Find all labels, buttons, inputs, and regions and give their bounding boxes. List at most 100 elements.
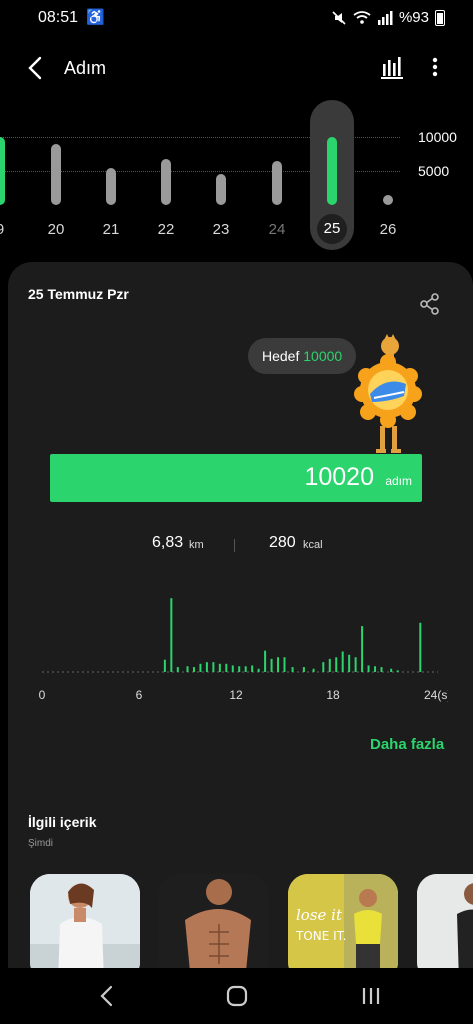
nav-home-icon [226, 985, 248, 1007]
goal-label-5000: 5000 [418, 163, 450, 179]
hourly-steps-chart: 0 6 12 18 24(s) [39, 598, 448, 702]
related-card-fitness-man[interactable] [159, 874, 269, 982]
status-bar: 08:51 ♿ %93 [0, 0, 473, 36]
share-icon [420, 293, 439, 315]
distance-unit: km [189, 539, 204, 551]
day-column-21[interactable]: 21 [89, 100, 133, 250]
hourly-bar [335, 657, 338, 672]
distance-value: 6,83 [152, 534, 184, 551]
hourly-bar [205, 662, 208, 672]
calories-unit: kcal [303, 539, 323, 551]
svg-text:lose it: lose it [296, 906, 343, 924]
nav-home-button[interactable] [222, 982, 252, 1010]
hourly-bar [231, 665, 234, 672]
x-tick-label: 12 [229, 688, 243, 702]
hourly-bar [186, 666, 189, 672]
day-column-26[interactable]: 26 [366, 100, 410, 250]
related-card-lose-it-tone-it[interactable]: lose it TONE IT. [288, 874, 398, 982]
nav-recents-icon [362, 988, 380, 1004]
goal-achieved-mascot-image [354, 334, 422, 453]
nav-back-button[interactable] [92, 982, 122, 1010]
goal-bubble: Hedef 10000 [248, 338, 357, 374]
day-label: 21 [102, 221, 120, 238]
related-content-title: İlgili içerik [28, 814, 97, 830]
more-button[interactable]: Daha fazla [370, 736, 444, 753]
hourly-bar [199, 663, 202, 672]
day-column-25[interactable]: 25 [310, 100, 354, 250]
day-label: 22 [157, 221, 175, 238]
x-tick-label: 0 [39, 688, 46, 702]
day-bar [327, 136, 337, 205]
back-button[interactable] [22, 54, 50, 82]
hourly-bar [322, 662, 325, 672]
wifi-icon [353, 10, 371, 24]
related-content-subtitle: Şimdi [28, 838, 54, 849]
hourly-bar [225, 663, 228, 672]
lose-it-tone-it-image: lose it TONE IT. [288, 874, 398, 982]
hourly-bar [354, 657, 357, 672]
hourly-bar [302, 667, 305, 672]
hourly-bar [367, 665, 370, 672]
more-vertical-icon [432, 57, 438, 77]
daily-summary-card: 25 Temmuz Pzr Hedef 10000 10020 adım 6,8… [8, 262, 473, 982]
goal-label-10000: 10000 [418, 129, 457, 145]
hourly-bar [264, 650, 267, 672]
day-label: 25 [317, 214, 347, 244]
goal-value: 10000 [303, 348, 343, 364]
hourly-bar [291, 667, 294, 672]
day-column-24[interactable]: 24 [255, 100, 299, 250]
day-dot [383, 195, 393, 205]
x-tick-label: 18 [326, 688, 340, 702]
hourly-bar [390, 668, 393, 672]
day-column-23[interactable]: 23 [199, 100, 243, 250]
fitness-man-image [159, 874, 269, 982]
day-bar [161, 159, 171, 205]
metrics-row: 6,83 km 280 kcal [8, 534, 473, 558]
runner-image [417, 874, 473, 982]
status-time: 08:51 [38, 9, 79, 26]
day-label: 24 [268, 221, 286, 238]
svg-text:TONE IT.: TONE IT. [295, 929, 346, 943]
day-bar [0, 137, 5, 205]
hourly-bar [277, 657, 280, 672]
x-tick-label: 6 [136, 688, 143, 702]
calories-value: 280 [269, 534, 296, 551]
system-navigation-bar [0, 968, 473, 1024]
hourly-bar [328, 658, 331, 672]
hourly-bar [270, 658, 273, 672]
steps-unit: adım [385, 474, 412, 488]
hourly-bar [238, 666, 241, 672]
hourly-bar [380, 667, 383, 672]
steps-progress-bar[interactable]: 10020 adım [50, 454, 422, 502]
hourly-bar [192, 667, 195, 672]
battery-icon [435, 9, 445, 26]
hourly-bar [251, 665, 254, 672]
day-label: 26 [379, 221, 397, 238]
related-card-woman-gym[interactable] [30, 874, 140, 982]
x-tick-label: 24(s) [424, 688, 448, 702]
related-card-runner[interactable] [417, 874, 473, 982]
day-label: 23 [212, 221, 230, 238]
nav-recents-button[interactable] [356, 982, 386, 1010]
summary-date: 25 Temmuz Pzr [28, 286, 129, 302]
hourly-bar [212, 662, 215, 672]
day-label: 20 [47, 221, 65, 238]
day-column-22[interactable]: 22 [144, 100, 188, 250]
more-options-button[interactable] [424, 54, 446, 80]
hourly-bar [361, 626, 364, 672]
hourly-bar [396, 670, 399, 672]
trends-button[interactable] [380, 54, 404, 80]
share-button[interactable] [418, 292, 442, 316]
day-column-20[interactable]: 20 [34, 100, 78, 250]
hourly-bar [374, 666, 377, 672]
woman-gym-image [30, 874, 140, 982]
status-icons: %93 [331, 9, 445, 26]
related-content-carousel: lose it TONE IT. [22, 874, 473, 982]
day-column-9[interactable]: 9 [0, 100, 22, 250]
hourly-bar [244, 666, 247, 672]
signal-icon [377, 10, 393, 25]
goal-prefix: Hedef [262, 348, 300, 364]
page-title: Adım [64, 58, 107, 78]
battery-percent: %93 [398, 9, 429, 26]
bar-chart-icon [381, 57, 403, 79]
